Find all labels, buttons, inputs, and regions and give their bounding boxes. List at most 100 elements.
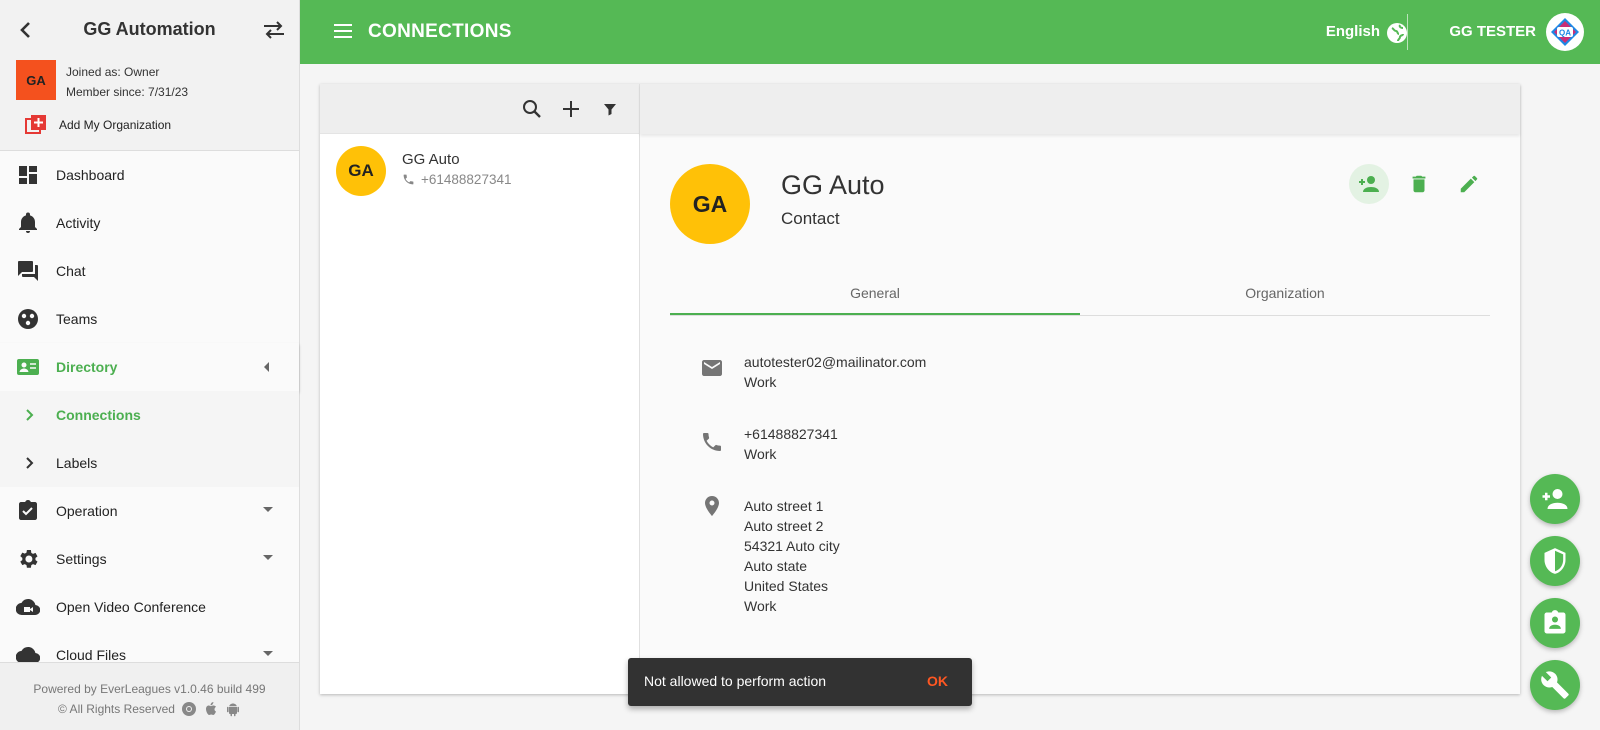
contact-avatar: GA	[336, 146, 386, 196]
expand-caret-icon	[263, 555, 273, 560]
person-add-icon	[1359, 176, 1379, 192]
apple-icon[interactable]	[203, 701, 219, 717]
contact-list-pane: GA GG Auto +61488827341	[320, 84, 640, 694]
sidebar-item-label: Activity	[56, 215, 101, 231]
add-icon[interactable]	[559, 97, 583, 121]
teams-icon	[18, 309, 38, 329]
list-toolbar	[320, 84, 639, 134]
fab-security[interactable]	[1530, 536, 1580, 586]
contact-name: GG Auto	[402, 151, 460, 168]
expand-caret-icon	[263, 507, 273, 512]
fab-tools[interactable]	[1530, 660, 1580, 710]
delete-button[interactable]	[1399, 164, 1439, 204]
person-add-icon	[1542, 489, 1568, 509]
contact-detail-pane: GA GG Auto Contact General Organization …	[640, 84, 1520, 694]
connections-card: GA GG Auto +61488827341 GA GG Auto Conta…	[320, 84, 1520, 694]
phone-icon	[703, 433, 721, 451]
email-label: Work	[744, 374, 777, 390]
sidebar-item-operation[interactable]: Operation	[0, 487, 299, 535]
email-value[interactable]: autotester02@mailinator.com	[744, 352, 926, 372]
tab-general[interactable]: General	[670, 274, 1080, 315]
android-icon[interactable]	[225, 701, 241, 717]
user-name[interactable]: GG TESTER	[1449, 23, 1536, 40]
sidebar-item-chat[interactable]: Chat	[0, 247, 299, 295]
sidebar-item-label: Chat	[56, 263, 86, 279]
detail-name: GG Auto	[781, 170, 885, 200]
address-line1: Auto street 1	[744, 498, 824, 514]
joined-as-text: Joined as: Owner	[66, 65, 160, 79]
org-name: GG Automation	[83, 19, 216, 39]
assignment-ind-icon	[1544, 610, 1566, 634]
snackbar-ok-button[interactable]: OK	[927, 673, 948, 689]
sidebar-item-label: Labels	[56, 455, 98, 471]
clipboard-check-icon	[19, 500, 37, 520]
snackbar-message: Not allowed to perform action	[644, 673, 827, 689]
phone-label: Work	[744, 446, 777, 462]
shield-icon	[1544, 548, 1566, 574]
sidebar-item-video-conference[interactable]: Open Video Conference	[0, 583, 299, 631]
sidebar-item-connections[interactable]: Connections	[0, 391, 299, 439]
language-selector[interactable]: English	[1326, 23, 1380, 40]
globe-icon[interactable]	[1386, 22, 1408, 44]
add-organization-button[interactable]: Add My Organization	[25, 114, 171, 136]
chevron-right-icon	[26, 457, 34, 469]
header-divider	[1407, 14, 1408, 50]
sidebar-item-activity[interactable]: Activity	[0, 199, 299, 247]
powered-by-text: Powered by EverLeagues v1.0.46 build 499	[33, 682, 266, 696]
snackbar: Not allowed to perform action OK	[628, 658, 972, 706]
sidebar-item-directory[interactable]: Directory	[0, 343, 299, 391]
detail-avatar: GA	[670, 164, 750, 244]
sidebar-item-label: Teams	[56, 311, 98, 327]
fab-contact-assignment[interactable]	[1530, 598, 1580, 648]
collapse-caret-icon	[264, 362, 269, 372]
address-label: Work	[744, 598, 777, 614]
add-organization-label: Add My Organization	[59, 118, 172, 132]
pencil-icon	[1460, 175, 1478, 193]
sidebar: GG Automation GA Joined as: Owner Member…	[0, 0, 300, 730]
sidebar-header: GG Automation GA Joined as: Owner Member…	[0, 0, 299, 151]
swap-icon[interactable]	[261, 18, 287, 42]
detail-toolbar	[640, 84, 1520, 134]
dashboard-icon	[19, 166, 37, 184]
tab-organization[interactable]: Organization	[1080, 274, 1490, 315]
phone-value[interactable]: +61488827341	[744, 424, 838, 444]
sidebar-item-settings[interactable]: Settings	[0, 535, 299, 583]
bell-icon	[19, 212, 37, 233]
rights-text: © All Rights Reserved	[58, 702, 175, 716]
search-icon[interactable]	[520, 97, 544, 121]
member-since-text: Member since: 7/31/23	[66, 85, 189, 99]
filter-icon[interactable]	[598, 97, 622, 121]
address-line5: United States	[744, 578, 829, 594]
top-app-bar: CONNECTIONS English GG TESTER QA	[300, 0, 1600, 64]
email-icon	[702, 360, 722, 376]
detail-type: Contact	[781, 209, 840, 228]
page-title: CONNECTIONS	[368, 21, 512, 42]
fab-add-person[interactable]	[1530, 474, 1580, 524]
detail-tabs: General Organization	[670, 274, 1490, 316]
address-line3: 54321 Auto city	[744, 538, 840, 554]
address-line4: Auto state	[744, 558, 808, 574]
contact-card-icon	[17, 359, 39, 375]
chrome-icon[interactable]	[181, 701, 197, 717]
logo-text: QA	[1559, 29, 1571, 38]
sidebar-item-label: Operation	[56, 503, 118, 519]
phone-icon	[403, 174, 414, 185]
hamburger-menu-icon[interactable]	[332, 20, 354, 42]
sidebar-footer: Powered by EverLeagues v1.0.46 build 499…	[0, 662, 299, 730]
qa-logo-icon: QA	[1551, 18, 1579, 46]
sidebar-item-dashboard[interactable]: Dashboard	[0, 151, 299, 199]
contact-phone: +61488827341	[421, 172, 512, 187]
add-connection-button[interactable]	[1349, 164, 1389, 204]
rights-row: © All Rights Reserved	[0, 699, 299, 719]
user-avatar[interactable]: QA	[1546, 13, 1584, 51]
expand-caret-icon	[263, 651, 273, 656]
address-line2: Auto street 2	[744, 518, 824, 534]
edit-button[interactable]	[1449, 164, 1489, 204]
chat-icon	[18, 261, 38, 281]
sidebar-nav: Dashboard Activity Chat Teams Directory …	[0, 151, 299, 679]
location-pin-icon	[705, 496, 719, 516]
sidebar-item-teams[interactable]: Teams	[0, 295, 299, 343]
sidebar-item-label: Dashboard	[56, 167, 125, 183]
sidebar-item-labels[interactable]: Labels	[0, 439, 299, 487]
add-box-icon	[25, 115, 46, 134]
